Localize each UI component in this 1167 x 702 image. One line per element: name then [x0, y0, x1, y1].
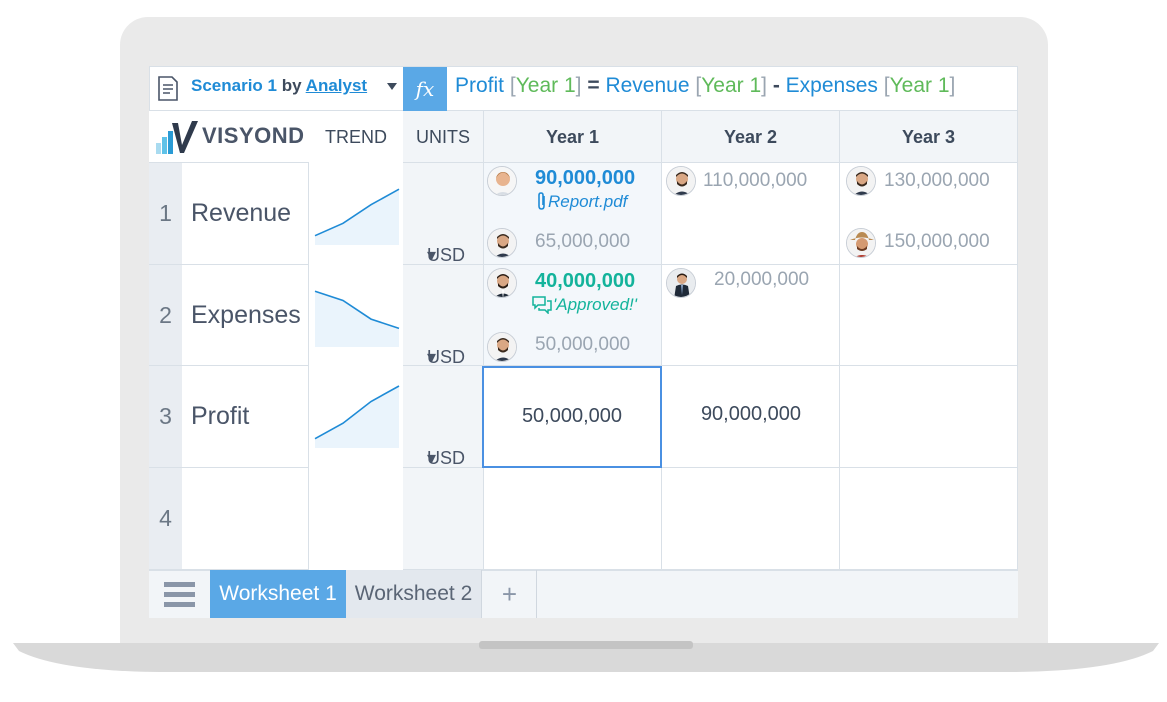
row-name-profit[interactable]: Profit [182, 366, 309, 468]
cell-profit-year-1[interactable]: 50,000,000 [482, 366, 662, 468]
row-name-expenses[interactable]: Expenses [182, 265, 309, 366]
add-sheet-button[interactable]: + [483, 570, 537, 618]
column-header-trend: TREND [309, 111, 403, 163]
unit-cell-empty[interactable] [403, 468, 484, 570]
hamburger-menu-icon [164, 582, 195, 607]
row-number-1[interactable]: 1 [149, 163, 182, 265]
avatar-man-beard[interactable] [487, 332, 517, 362]
avatar-man-suit[interactable] [666, 268, 696, 298]
cell-alternate-value[interactable]: 150,000,000 [884, 231, 990, 253]
formula-token: Revenue [605, 74, 696, 97]
avatar-man-hat[interactable] [846, 228, 876, 258]
row-name-revenue[interactable]: Revenue [182, 163, 309, 265]
unit-dropdown-profit[interactable]: USD ▾ [403, 366, 484, 468]
avatar-man-suit[interactable] [487, 268, 517, 298]
chevron-down-icon: ▾ [427, 245, 437, 265]
cell-value[interactable]: 90,000,000 [662, 403, 840, 426]
formula-token: Year 1 [889, 74, 950, 97]
cell-main-value[interactable]: 40,000,000 [535, 270, 635, 293]
formula-token: Year 1 [515, 74, 576, 97]
tab-worksheet-1[interactable]: Worksheet 1 [210, 570, 346, 618]
logo-mark-icon [156, 121, 198, 154]
cell-expenses-year-2[interactable]: 20,000,000 [662, 265, 840, 366]
trend-sparkline-expenses-area [315, 291, 399, 347]
logo-text: VISYOND [202, 123, 305, 148]
cell-profit-year-2[interactable]: 90,000,000 [662, 366, 840, 468]
formula-token: = [581, 74, 606, 97]
unit-dropdown-revenue[interactable]: USD ▾ [403, 163, 484, 265]
cell-value[interactable]: 110,000,000 [703, 170, 807, 192]
column-header-year-3[interactable]: Year 3 [840, 111, 1018, 163]
cell-revenue-year-3[interactable]: 130,000,000 150,000,000 [840, 163, 1018, 265]
visyond-logo: VISYOND [149, 111, 309, 163]
comment-text[interactable]: 'Approved!' [553, 295, 637, 314]
chevron-down-icon: ▾ [427, 347, 437, 367]
app-screen: Scenario 1 by Analyst fx Profit [Year 1]… [149, 66, 1018, 618]
avatar-woman[interactable] [487, 166, 517, 196]
tab-worksheet-2[interactable]: Worksheet 2 [346, 570, 482, 618]
cell-row4-year-3[interactable] [840, 468, 1018, 570]
document-icon[interactable] [156, 76, 180, 102]
function-icon[interactable]: fx [403, 67, 447, 111]
trend-sparklines [314, 188, 400, 448]
scenario-by-label: by [281, 76, 302, 95]
avatar-man-beard[interactable] [666, 166, 696, 196]
scenario-selector[interactable]: Scenario 1 by Analyst [191, 76, 367, 96]
row-number-3[interactable]: 3 [149, 366, 182, 468]
cell-alternate-value[interactable]: 50,000,000 [535, 334, 630, 356]
unit-dropdown-expenses[interactable]: USD ▾ [403, 265, 484, 367]
trend-sparkline-profit-area [315, 386, 399, 448]
cell-revenue-year-1[interactable]: 90,000,000 Report.pdf 65,000,000 [484, 163, 662, 265]
cell-row4-year-1[interactable] [484, 468, 662, 570]
formula-token: ] [949, 74, 956, 97]
trend-sparkline-revenue-area [315, 189, 399, 245]
scenario-user-link[interactable]: Analyst [306, 76, 367, 95]
cell-row4-year-2[interactable] [662, 468, 840, 570]
cell-expenses-year-1[interactable]: 40,000,000 'Approved!' 50,000,000 [484, 265, 662, 366]
paperclip-icon [538, 192, 545, 210]
column-header-units: UNITS [403, 111, 484, 163]
formula-token: Profit [455, 74, 510, 97]
cell-value[interactable]: 50,000,000 [484, 405, 660, 428]
chevron-down-icon[interactable] [386, 82, 398, 92]
row-number-2[interactable]: 2 [149, 265, 182, 366]
row-number-4[interactable]: 4 [149, 468, 182, 570]
column-header-year-1[interactable]: Year 1 [484, 111, 662, 163]
cell-revenue-year-2[interactable]: 110,000,000 [662, 163, 840, 265]
avatar-man-beard[interactable] [846, 166, 876, 196]
sheets-menu-button[interactable] [149, 570, 210, 618]
formula-token: Year 1 [701, 74, 762, 97]
comment-note[interactable]: 'Approved!' [531, 294, 637, 315]
column-header-year-2[interactable]: Year 2 [662, 111, 840, 163]
cell-expenses-year-3[interactable] [840, 265, 1018, 366]
avatar-man-beard[interactable] [487, 228, 517, 258]
cell-value[interactable]: 20,000,000 [714, 269, 809, 291]
cell-profit-year-3[interactable] [840, 366, 1018, 468]
formula-text[interactable]: Profit [Year 1] = Revenue [Year 1] - Exp… [455, 74, 955, 98]
cell-alternate-value[interactable]: 65,000,000 [535, 231, 630, 253]
attachment-link[interactable]: Report.pdf [536, 191, 627, 212]
laptop-base [13, 641, 1159, 672]
formula-token: Expenses [785, 74, 884, 97]
cell-value[interactable]: 130,000,000 [884, 170, 990, 192]
attachment-filename[interactable]: Report.pdf [548, 192, 627, 211]
cell-main-value[interactable]: 90,000,000 [535, 167, 635, 190]
row-name-empty[interactable] [182, 468, 309, 570]
scenario-name[interactable]: Scenario 1 [191, 76, 277, 95]
chevron-down-icon: ▾ [427, 448, 437, 468]
comment-icon [532, 296, 552, 315]
formula-token: - [766, 74, 786, 97]
